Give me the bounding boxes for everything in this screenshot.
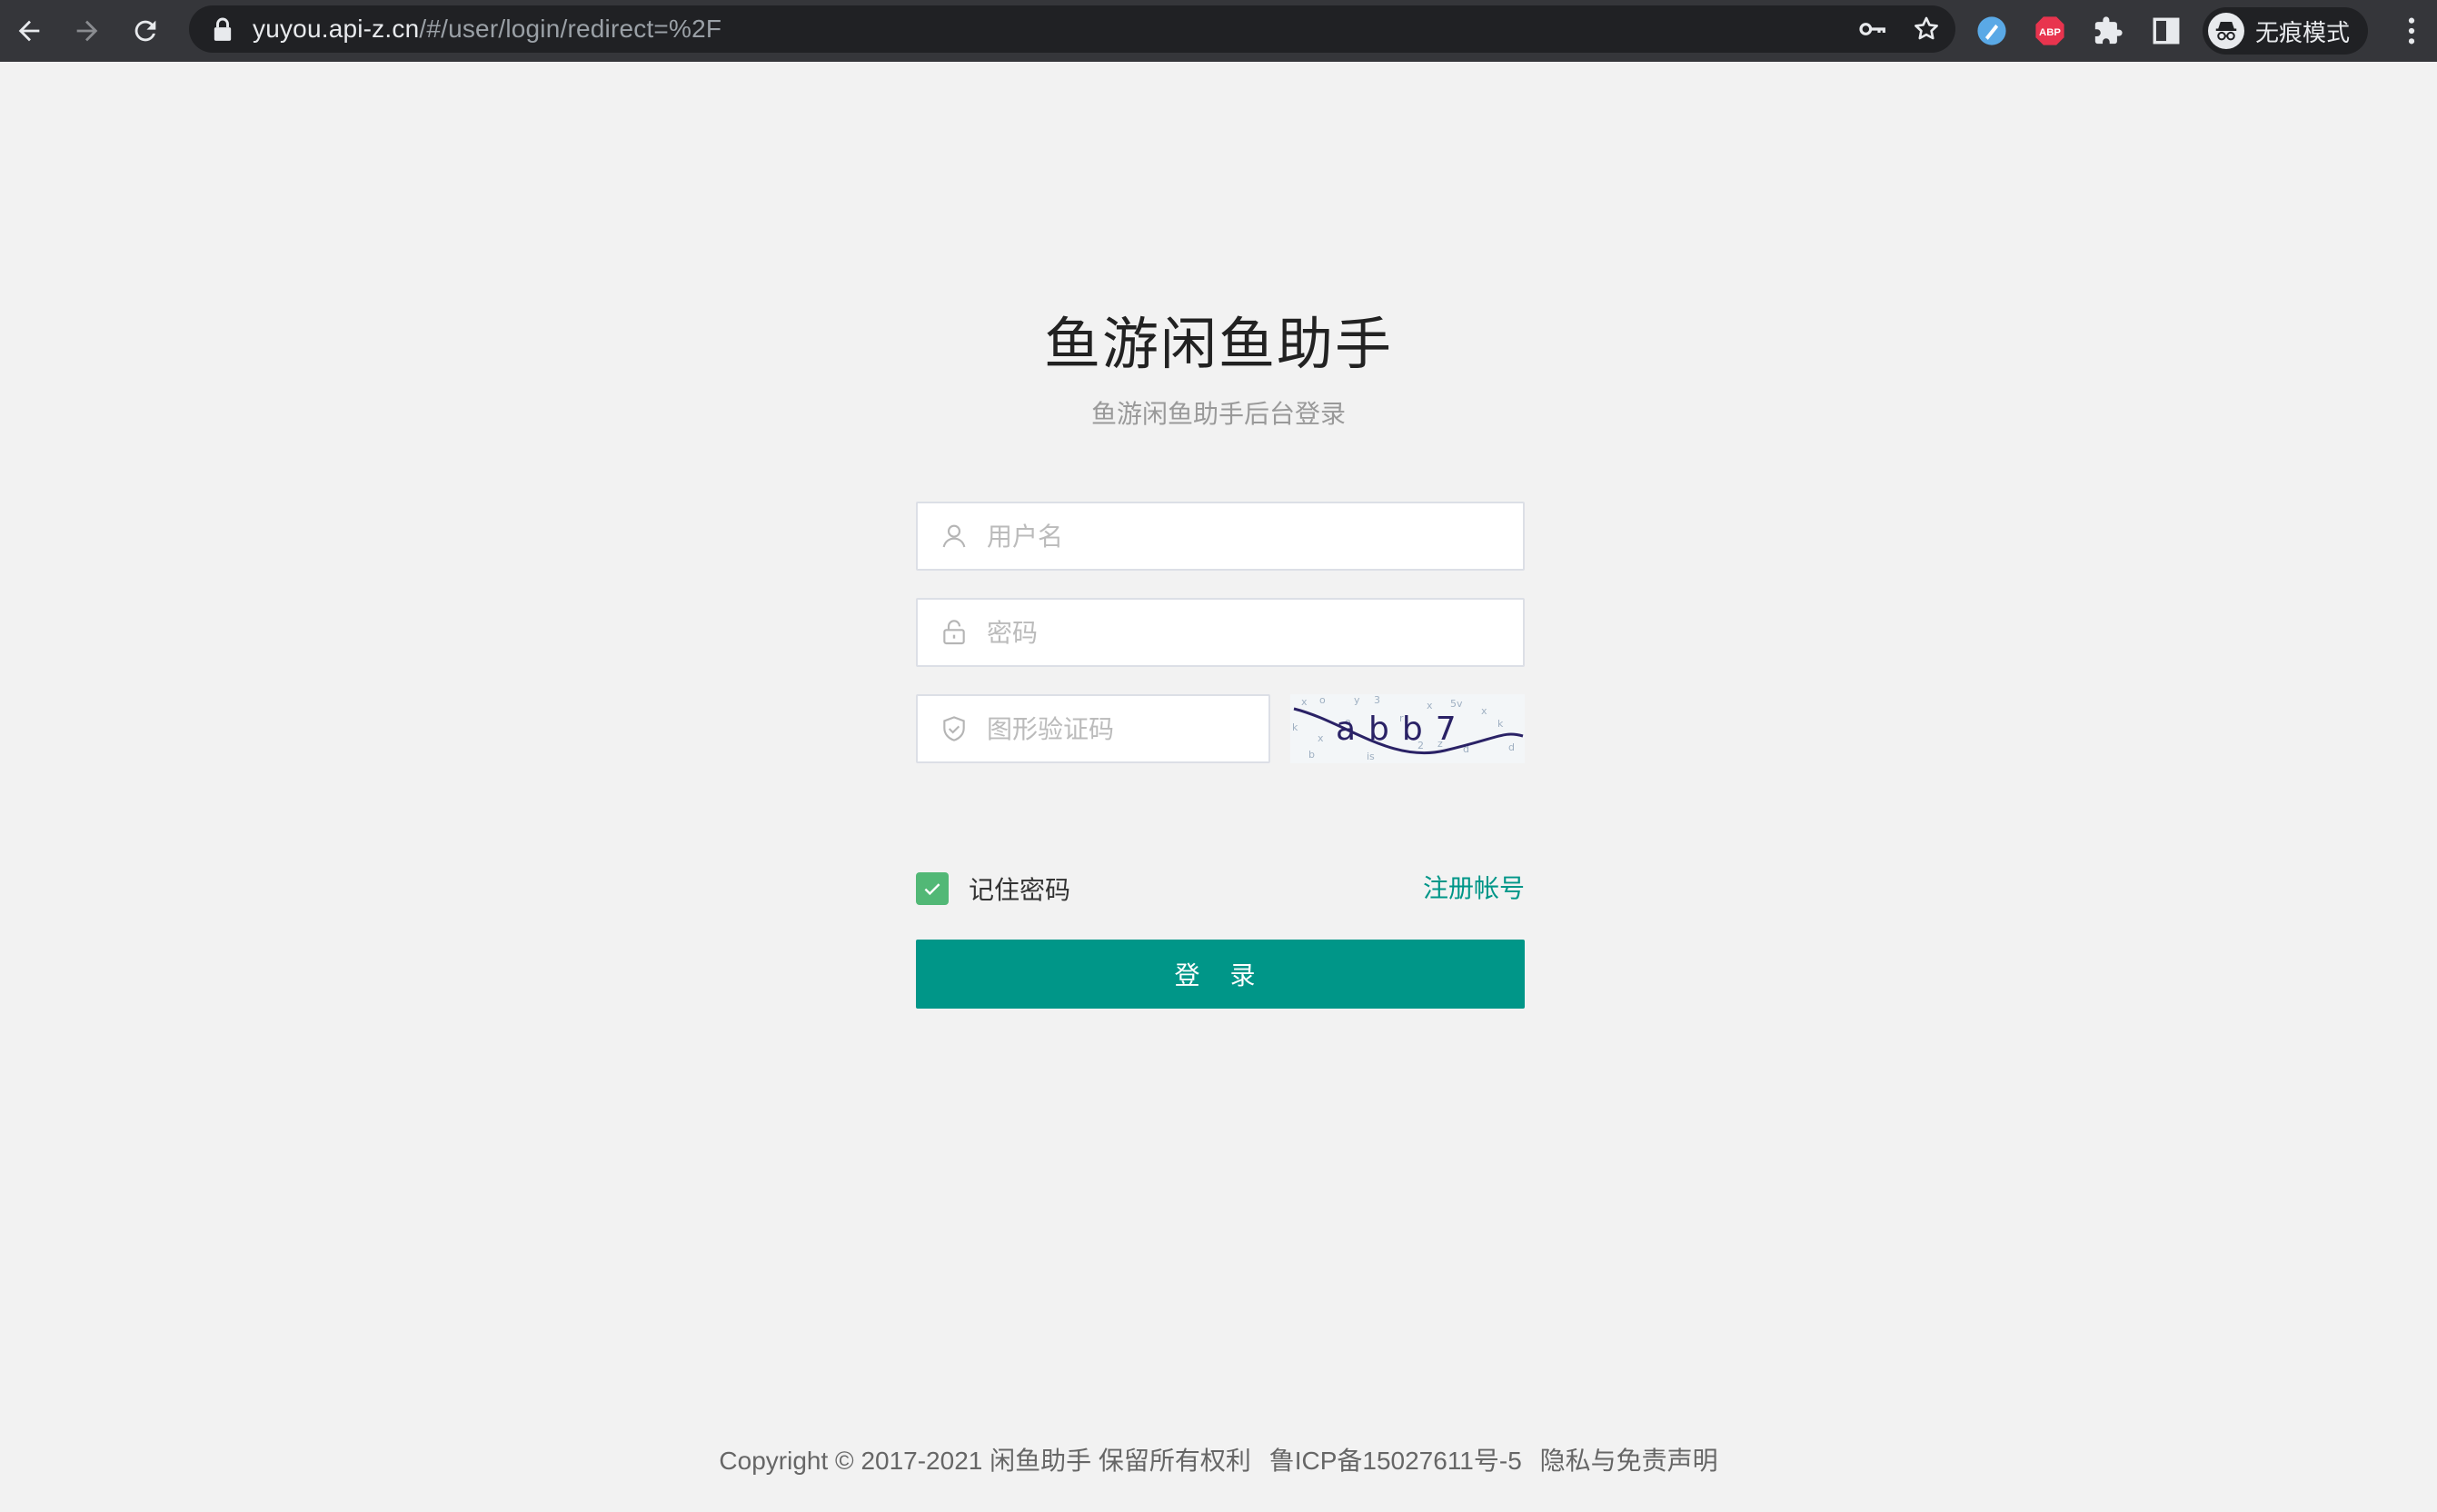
password-field[interactable] — [916, 598, 1525, 667]
check-icon — [924, 883, 940, 896]
incognito-label: 无痕模式 — [2255, 19, 2351, 47]
svg-text:o: o — [1319, 694, 1326, 706]
incognito-avatar — [2208, 13, 2244, 49]
puzzle-extensions-icon — [2094, 16, 2123, 45]
side-panel-icon — [2153, 17, 2180, 45]
page-title: 鱼游闲鱼助手 — [1043, 311, 1393, 377]
adblock-abp-icon: ABP — [2035, 16, 2064, 45]
footer: Copyright © 2017-2021 闲鱼助手 保留所有权利 鲁ICP备1… — [0, 1441, 2437, 1477]
svg-text:y: y — [1354, 694, 1360, 706]
reload-icon — [134, 20, 156, 42]
copyright-text: Copyright © 2017-2021 闲鱼助手 保留所有权利 — [719, 1447, 1251, 1475]
remember-password[interactable]: 记住密码 — [916, 870, 1070, 907]
lock-icon — [943, 620, 965, 645]
adblock-button[interactable]: ABP — [2021, 0, 2079, 62]
svg-text:k: k — [1292, 721, 1298, 733]
remember-checkbox[interactable] — [916, 872, 949, 905]
register-link[interactable]: 注册帐号 — [1423, 869, 1525, 905]
svg-text:3: 3 — [1374, 694, 1380, 706]
browser-menu-button[interactable] — [2393, 0, 2430, 62]
svg-text:x: x — [1318, 732, 1324, 744]
extensions-button[interactable] — [2079, 0, 2137, 62]
back-arrow-icon — [18, 20, 40, 42]
login-button[interactable]: 登 录 — [916, 940, 1525, 1009]
lock-icon — [214, 17, 232, 41]
url-host: yuyou.api-z.cn — [253, 15, 420, 43]
extension-blue-icon — [1977, 16, 2006, 45]
privacy-link[interactable]: 隐私与免责声明 — [1540, 1447, 1718, 1475]
icp-link[interactable]: 鲁ICP备15027611号-5 — [1269, 1447, 1522, 1475]
page-subtitle: 鱼游闲鱼助手后台登录 — [1090, 399, 1346, 429]
svg-text:is: is — [1367, 751, 1375, 762]
forward-button[interactable] — [58, 0, 116, 62]
svg-text:5v: 5v — [1450, 698, 1463, 710]
forward-arrow-icon — [76, 20, 98, 42]
captcha-text: abb7 — [1336, 711, 1469, 748]
captcha-field[interactable] — [916, 694, 1270, 763]
login-page: 鱼游闲鱼助手 鱼游闲鱼助手后台登录 xoy3 x5vxk kxbis 2zdd … — [0, 62, 2437, 1512]
svg-text:x: x — [1301, 696, 1308, 708]
remember-label: 记住密码 — [969, 875, 1071, 905]
password-input[interactable] — [985, 605, 1494, 660]
browser-toolbar: yuyou.api-z.cn/#/user/login/redirect=%2F… — [0, 0, 2437, 62]
username-input[interactable] — [985, 509, 1494, 563]
url-path: /#/user/login/redirect=%2F — [419, 15, 722, 43]
extension-blue-button[interactable] — [1963, 0, 2021, 62]
shield-icon — [943, 716, 965, 741]
more-vertical-icon — [2408, 17, 2415, 45]
incognito-badge[interactable]: 无痕模式 — [2203, 7, 2369, 55]
svg-text:k: k — [1497, 718, 1504, 730]
username-field[interactable] — [916, 502, 1525, 571]
svg-text:d: d — [1508, 741, 1515, 753]
url-text: yuyou.api-z.cn/#/user/login/redirect=%2F — [253, 15, 721, 44]
captcha-image[interactable]: xoy3 x 5vxk kxb is 2zdd or abb7 — [1290, 694, 1525, 763]
reload-button[interactable] — [116, 0, 174, 62]
key-icon[interactable] — [1857, 15, 1886, 44]
back-button[interactable] — [0, 0, 58, 62]
address-bar[interactable]: yuyou.api-z.cn/#/user/login/redirect=%2F — [189, 5, 1955, 53]
svg-text:x: x — [1481, 705, 1487, 717]
abp-badge-text: ABP — [2039, 27, 2061, 38]
incognito-icon — [2215, 22, 2237, 41]
star-icon[interactable] — [1912, 15, 1941, 44]
svg-text:b: b — [1308, 749, 1315, 761]
side-panel-button[interactable] — [2137, 0, 2195, 62]
captcha-input[interactable] — [985, 701, 1258, 756]
user-icon — [942, 524, 966, 548]
